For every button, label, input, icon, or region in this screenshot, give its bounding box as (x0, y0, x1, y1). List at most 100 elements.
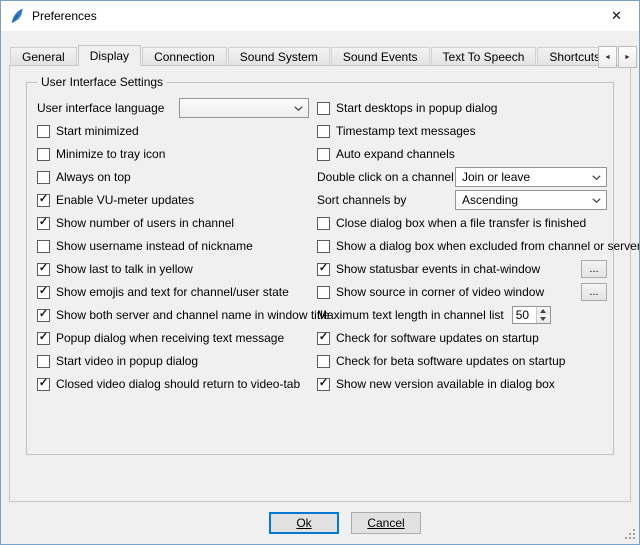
checkbox-label[interactable]: Popup dialog when receiving text message (56, 331, 284, 345)
tab-general[interactable]: General (10, 47, 77, 66)
row: ✓ Popup dialog when receiving text messa… (37, 329, 315, 347)
row: ✓ Show emojis and text for channel/user … (37, 283, 315, 301)
check-icon: ✓ (39, 332, 48, 343)
check-icon: ✓ (39, 263, 48, 274)
row: ✓ Show number of users in channel (37, 214, 315, 232)
cb-show-new-version-dialog[interactable]: ✓ (317, 378, 330, 391)
app-icon (9, 8, 25, 24)
tab-label: Sound Events (343, 50, 418, 64)
checkbox-label[interactable]: Start video in popup dialog (56, 354, 198, 368)
max-text-length-spinner[interactable]: 50 (512, 306, 551, 324)
checkbox-label[interactable]: Show source in corner of video window (336, 285, 544, 299)
row: ✓ Show last to talk in yellow (37, 260, 315, 278)
tab-display[interactable]: Display (78, 45, 141, 66)
close-button[interactable]: ✕ (594, 1, 639, 31)
checkbox-label[interactable]: Start minimized (56, 124, 139, 138)
check-icon: ✓ (39, 194, 48, 205)
statusbar-events-row: ✓ Show statusbar events in chat-window .… (317, 260, 607, 278)
cb-start-minimized[interactable]: ✓ (37, 125, 50, 138)
cb-close-on-transfer-finished[interactable]: ✓ (317, 217, 330, 230)
arrow-right-icon: ► (624, 54, 631, 61)
tab-connection[interactable]: Connection (142, 47, 227, 66)
checkbox-label[interactable]: Check for software updates on startup (336, 331, 539, 345)
ok-button[interactable]: Ok (269, 512, 339, 534)
cb-show-user-count[interactable]: ✓ (37, 217, 50, 230)
check-icon: ✓ (39, 378, 48, 389)
checkbox-label[interactable]: Close dialog box when a file transfer is… (336, 216, 586, 230)
tab-sound-events[interactable]: Sound Events (331, 47, 430, 66)
checkbox-label[interactable]: Show last to talk in yellow (56, 262, 193, 276)
sort-channels-label: Sort channels by (317, 193, 406, 207)
tab-text-to-speech[interactable]: Text To Speech (431, 47, 537, 66)
video-source-more-button[interactable]: ... (581, 283, 607, 301)
checkbox-label[interactable]: Show a dialog box when excluded from cha… (336, 239, 640, 253)
language-label: User interface language (37, 101, 164, 115)
cb-check-beta-updates[interactable]: ✓ (317, 355, 330, 368)
right-column: ✓ Start desktops in popup dialog ✓ Times… (315, 99, 607, 398)
checkbox-label[interactable]: Check for beta software updates on start… (336, 354, 565, 368)
title-bar[interactable]: Preferences ✕ (1, 1, 639, 31)
sort-channels-combo[interactable]: Ascending (455, 190, 607, 210)
cb-check-software-updates[interactable]: ✓ (317, 332, 330, 345)
cb-timestamp-messages[interactable]: ✓ (317, 125, 330, 138)
tab-scroll-left-button[interactable]: ◄ (598, 46, 617, 68)
chevron-down-icon (592, 198, 601, 203)
resize-grip[interactable] (623, 528, 636, 541)
cancel-button[interactable]: Cancel (351, 512, 421, 534)
cb-popup-on-text-message[interactable]: ✓ (37, 332, 50, 345)
double-click-combo[interactable]: Join or leave (455, 167, 607, 187)
cb-desktops-popup-dialog[interactable]: ✓ (317, 102, 330, 115)
checkbox-label[interactable]: Always on top (56, 170, 131, 184)
cb-dialog-when-excluded[interactable]: ✓ (317, 240, 330, 253)
video-source-row: ✓ Show source in corner of video window … (317, 283, 607, 301)
preferences-dialog: Preferences ✕ General Display Connection… (0, 0, 640, 545)
language-combo[interactable] (179, 98, 309, 118)
cb-closed-video-return-tab[interactable]: ✓ (37, 378, 50, 391)
checkbox-label[interactable]: Enable VU-meter updates (56, 193, 194, 207)
checkbox-label[interactable]: Timestamp text messages (336, 124, 476, 138)
cb-server-channel-in-title[interactable]: ✓ (37, 309, 50, 322)
checkbox-label[interactable]: Show both server and channel name in win… (56, 308, 330, 322)
checkbox-label[interactable]: Show new version available in dialog box (336, 377, 555, 391)
row: ✓ Start minimized (37, 122, 315, 140)
spin-down-button[interactable] (537, 315, 550, 323)
statusbar-events-more-button[interactable]: ... (581, 260, 607, 278)
double-click-row: Double click on a channel Join or leave (317, 168, 607, 186)
checkbox-label[interactable]: Start desktops in popup dialog (336, 101, 497, 115)
tab-label: Sound System (240, 50, 318, 64)
check-icon: ✓ (39, 217, 48, 228)
row: ✓ Check for software updates on startup (317, 329, 607, 347)
row: ✓ Close dialog box when a file transfer … (317, 214, 607, 232)
cb-emojis-and-text-state[interactable]: ✓ (37, 286, 50, 299)
checkbox-label[interactable]: Closed video dialog should return to vid… (56, 377, 300, 391)
arrow-down-icon (540, 317, 546, 321)
cb-statusbar-events[interactable]: ✓ (317, 263, 330, 276)
row: ✓ Timestamp text messages (317, 122, 607, 140)
checkbox-label[interactable]: Show statusbar events in chat-window (336, 262, 540, 276)
check-icon: ✓ (319, 263, 328, 274)
cb-always-on-top[interactable]: ✓ (37, 171, 50, 184)
user-interface-settings-group: User Interface Settings User interface l… (26, 82, 614, 455)
spinner-value[interactable]: 50 (513, 307, 536, 323)
checkbox-label[interactable]: Auto expand channels (336, 147, 455, 161)
ellipsis-icon: ... (589, 264, 598, 274)
row: ✓ Show a dialog box when excluded from c… (317, 237, 607, 255)
cancel-label: Cancel (367, 516, 404, 530)
check-icon: ✓ (39, 309, 48, 320)
checkbox-label[interactable]: Minimize to tray icon (56, 147, 165, 161)
cb-video-source-corner[interactable]: ✓ (317, 286, 330, 299)
cb-auto-expand-channels[interactable]: ✓ (317, 148, 330, 161)
cb-username-instead-nickname[interactable]: ✓ (37, 240, 50, 253)
cb-video-popup-dialog[interactable]: ✓ (37, 355, 50, 368)
spin-up-button[interactable] (537, 307, 550, 315)
tab-sound-system[interactable]: Sound System (228, 47, 330, 66)
cb-vu-meter-updates[interactable]: ✓ (37, 194, 50, 207)
checkbox-label[interactable]: Show number of users in channel (56, 216, 234, 230)
left-column: User interface language ✓ Start minimize… (37, 99, 315, 398)
checkbox-label[interactable]: Show username instead of nickname (56, 239, 253, 253)
checkbox-label[interactable]: Show emojis and text for channel/user st… (56, 285, 289, 299)
combo-value: Ascending (462, 193, 588, 207)
tab-scroll-right-button[interactable]: ► (618, 46, 637, 68)
cb-minimize-to-tray[interactable]: ✓ (37, 148, 50, 161)
cb-last-to-talk-yellow[interactable]: ✓ (37, 263, 50, 276)
